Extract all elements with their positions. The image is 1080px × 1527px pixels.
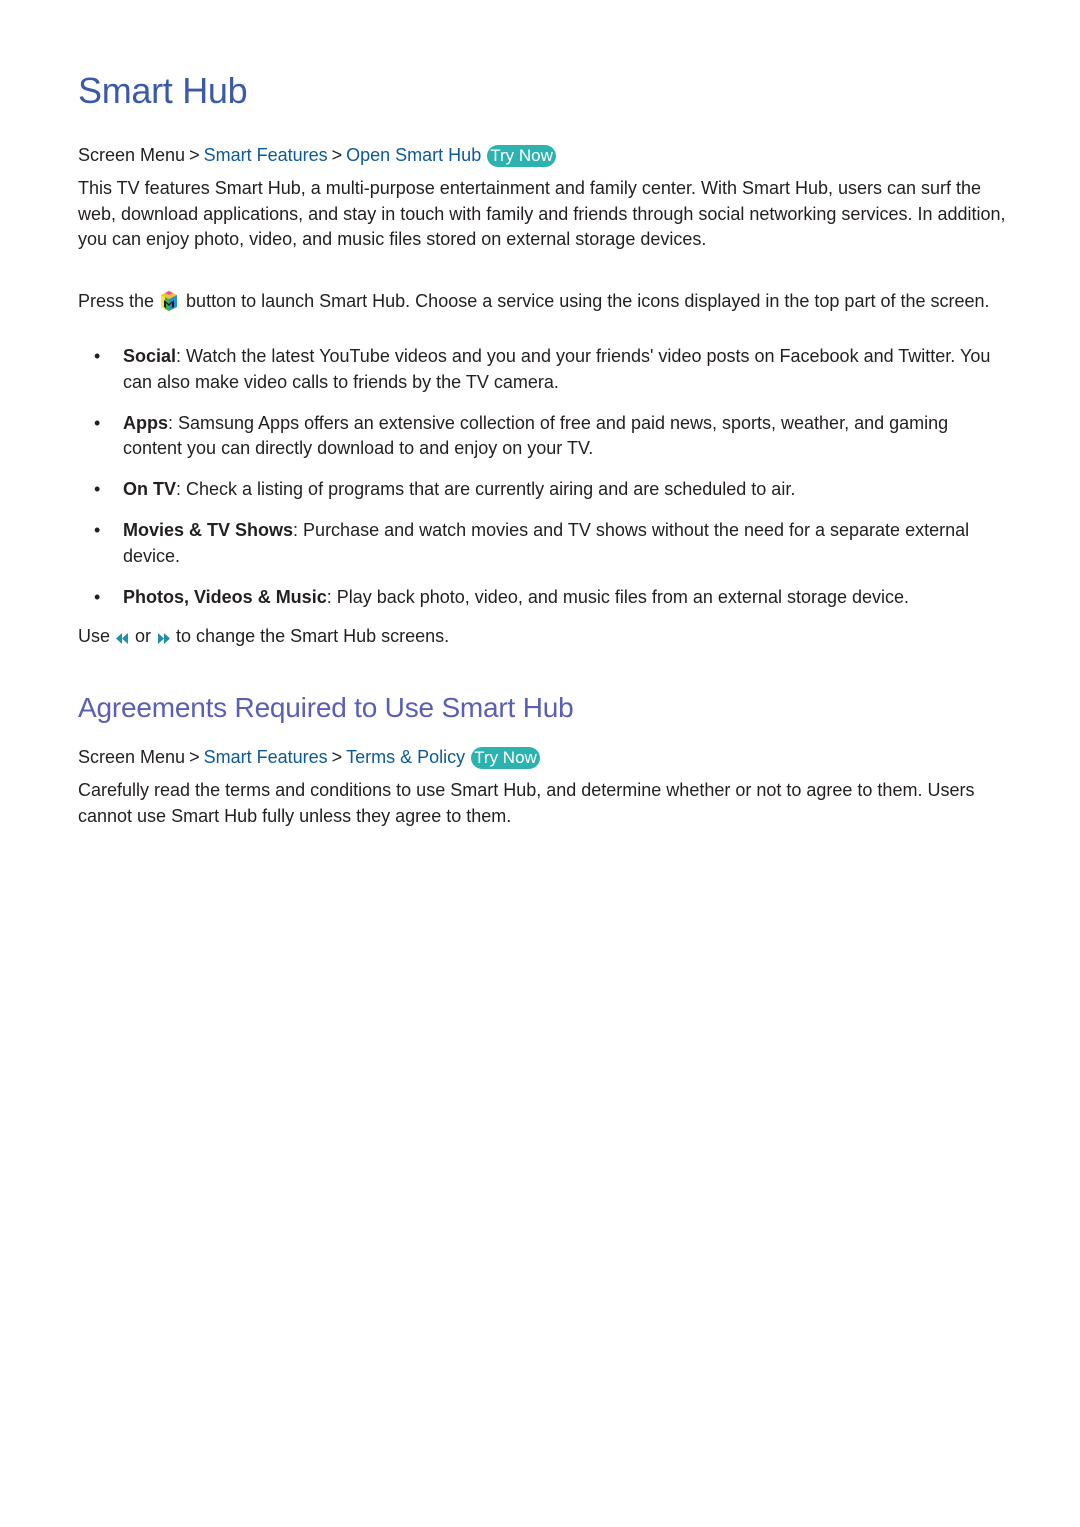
bullet-icon: • bbox=[94, 586, 101, 607]
rewind-icon bbox=[116, 626, 129, 652]
list-item-text: : Play back photo, video, and music file… bbox=[326, 586, 910, 607]
fast-forward-icon bbox=[157, 626, 171, 652]
list-item: • Apps: Samsung Apps offers an extensive … bbox=[78, 411, 1008, 462]
list-item-text: : Watch the latest YouTube videos and yo… bbox=[123, 346, 991, 392]
list-item: • Movies & TV Shows: Purchase and watch m… bbox=[78, 518, 1008, 569]
smart-hub-icon bbox=[160, 290, 178, 317]
list-item-text: : Check a listing of programs that are c… bbox=[176, 479, 796, 499]
press-text-before: Press the bbox=[78, 291, 155, 311]
breadcrumb-terms-policy[interactable]: Terms & Policy bbox=[346, 747, 465, 767]
breadcrumb-smart-features[interactable]: Smart Features bbox=[204, 747, 328, 767]
section-heading-agreements: Agreements Required to Use Smart Hub bbox=[78, 692, 574, 723]
chevron-right-icon: > bbox=[331, 145, 343, 165]
page-title: Smart Hub bbox=[78, 70, 248, 111]
intro-paragraph: This TV features Smart Hub, a multi-purp… bbox=[78, 178, 1006, 249]
bullet-icon: • bbox=[94, 412, 101, 433]
breadcrumb-screen-menu: Screen Menu bbox=[78, 145, 186, 165]
chevron-right-icon: > bbox=[331, 747, 343, 767]
press-paragraph: Press the button to launch Smart Hub. Cho… bbox=[78, 290, 1008, 317]
list-item: • Photos, Videos & Music: Play back photo… bbox=[78, 585, 1008, 611]
use-text-before: Use bbox=[78, 626, 111, 646]
breadcrumb-open-smart-hub[interactable]: Open Smart Hub bbox=[346, 145, 481, 165]
breadcrumb-smart-features[interactable]: Smart Features bbox=[204, 145, 328, 165]
use-text-after: to change the Smart Hub screens. bbox=[176, 626, 450, 646]
bullet-icon: • bbox=[94, 479, 101, 499]
list-item-term: Social bbox=[123, 346, 177, 366]
use-text-or: or bbox=[135, 626, 152, 646]
try-now-button[interactable]: Try Now bbox=[487, 145, 556, 167]
breadcrumb: Screen Menu > Smart Features > Terms & Polic… bbox=[78, 745, 540, 769]
list-item-term: Photos, Videos & Music bbox=[123, 586, 327, 607]
list-item-text: : Samsung Apps offers an extensive colle… bbox=[123, 412, 949, 459]
list-item: • Social: Watch the latest YouTube videos… bbox=[78, 344, 1008, 395]
bullet-icon: • bbox=[94, 520, 101, 540]
list-item-term: On TV bbox=[123, 479, 176, 499]
list-item-term: Apps bbox=[123, 412, 168, 433]
agreements-paragraph: Carefully read the terms and conditions … bbox=[78, 780, 975, 826]
chevron-right-icon: > bbox=[189, 145, 200, 165]
bullet-icon: • bbox=[94, 346, 101, 366]
chevron-right-icon: > bbox=[189, 747, 200, 767]
breadcrumb-screen-menu: Screen Menu bbox=[78, 747, 186, 767]
breadcrumb: Screen Menu > Smart Features > Open Smart Hu… bbox=[78, 143, 556, 167]
try-now-button[interactable]: Try Now bbox=[471, 747, 540, 769]
use-paragraph: Use or to change the Smart Hub screens. bbox=[78, 624, 1008, 652]
list-item-term: Movies & TV Shows bbox=[123, 520, 294, 540]
press-text-after: button to launch Smart Hub. Choose a ser… bbox=[186, 291, 990, 311]
list-item: • On TV: Check a listing of programs that… bbox=[78, 477, 1008, 503]
feature-list: • Social: Watch the latest YouTube videos… bbox=[78, 344, 1008, 626]
